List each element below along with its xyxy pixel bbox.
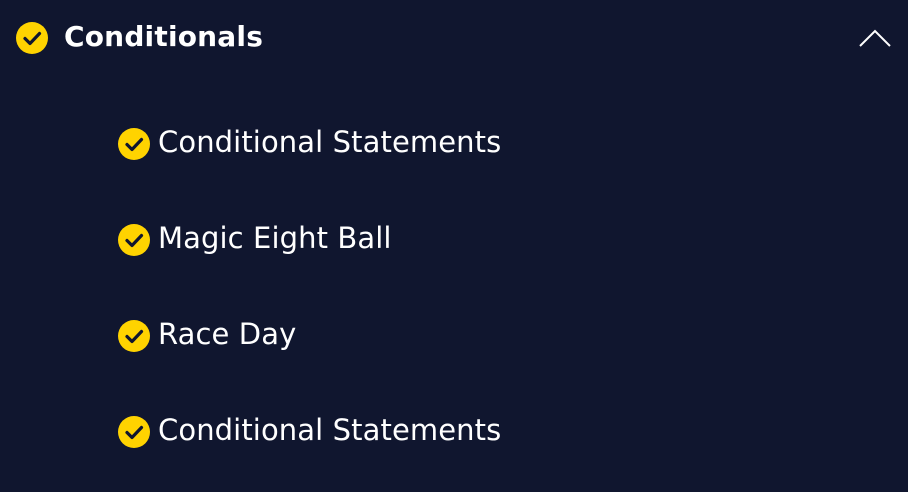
- lesson-item-magic-eight-ball[interactable]: Magic Eight Ball: [0, 190, 908, 286]
- check-circle-icon: [118, 320, 150, 352]
- lesson-label: Conditional Statements: [158, 413, 502, 447]
- check-circle-icon: [118, 416, 150, 448]
- check-circle-icon: [118, 224, 150, 256]
- lesson-item-conditional-statements-review[interactable]: Conditional Statements: [0, 382, 908, 478]
- check-circle-icon: [16, 22, 48, 54]
- chevron-up-icon[interactable]: [858, 24, 892, 48]
- lesson-label: Conditional Statements: [158, 125, 502, 159]
- section-title: Conditionals: [64, 20, 264, 53]
- lesson-label: Race Day: [158, 317, 297, 351]
- lesson-label: Magic Eight Ball: [158, 221, 392, 255]
- lesson-item-race-day[interactable]: Race Day: [0, 286, 908, 382]
- check-circle-icon: [118, 128, 150, 160]
- section-header-conditionals[interactable]: Conditionals: [0, 0, 908, 74]
- lesson-item-conditional-statements[interactable]: Conditional Statements: [0, 94, 908, 190]
- lesson-list: Conditional Statements Magic Eight Ball …: [0, 94, 908, 492]
